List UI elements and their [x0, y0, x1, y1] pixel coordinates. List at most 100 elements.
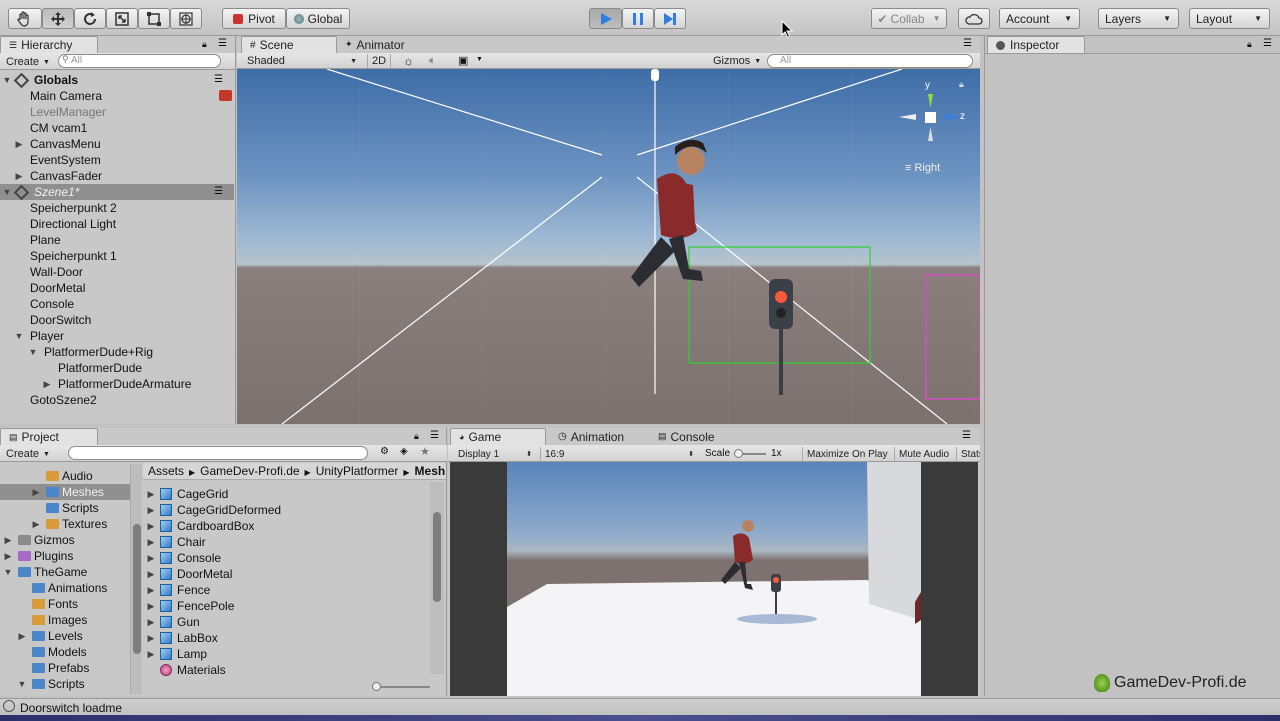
chevron-right-icon[interactable]: ▶	[146, 582, 156, 598]
slider-thumb[interactable]	[372, 682, 381, 691]
chevron-right-icon[interactable]: ▶	[146, 598, 156, 614]
pause-button[interactable]	[622, 8, 654, 29]
layout-dropdown[interactable]: Layout ▼	[1189, 8, 1270, 29]
lock-icon[interactable]: 🔒︎	[1247, 39, 1252, 50]
scene-menu-icon[interactable]: ☰	[214, 184, 223, 200]
breadcrumb-item[interactable]: Mesh	[415, 464, 446, 478]
stats-toggle[interactable]: Stats	[956, 447, 980, 461]
chevron-right-icon[interactable]: ▶	[146, 646, 156, 662]
hierarchy-item[interactable]: Wall-Door	[0, 264, 234, 280]
chevron-right-icon[interactable]: ▶	[42, 376, 52, 392]
orientation-gizmo[interactable]: y z	[897, 80, 967, 164]
asset-item[interactable]: ▶ LabBox	[146, 630, 430, 646]
project-search-input[interactable]	[68, 446, 368, 460]
hierarchy-item[interactable]: ▶ CanvasFader	[0, 168, 234, 184]
2d-toggle[interactable]: 2D	[367, 54, 391, 68]
chevron-right-icon[interactable]: ▶	[146, 566, 156, 582]
breadcrumb-item[interactable]: Assets	[148, 464, 184, 478]
move-tool-button[interactable]	[42, 8, 74, 29]
icon-size-slider[interactable]	[372, 682, 430, 691]
chevron-right-icon[interactable]: ▶	[146, 550, 156, 566]
game-viewport[interactable]	[507, 462, 921, 696]
asset-scrollbar[interactable]	[430, 482, 444, 674]
asset-item[interactable]: ▶ Lamp	[146, 646, 430, 662]
asset-item[interactable]: ▶ DoorMetal	[146, 566, 430, 582]
breadcrumb-item[interactable]: UnityPlatformer	[316, 464, 399, 478]
asset-item[interactable]: ▶ CageGrid	[146, 486, 430, 502]
gizmos-dropdown[interactable]: Gizmos ▼	[709, 54, 761, 68]
search-by-type-icon[interactable]: ⚙	[380, 446, 389, 457]
shading-dropdown[interactable]: Shaded ▼	[243, 54, 361, 68]
hierarchy-item[interactable]: Speicherpunkt 1	[0, 248, 234, 264]
hierarchy-item[interactable]: CM vcam1	[0, 120, 234, 136]
display-dropdown[interactable]: Display 1 ⬍	[454, 447, 534, 461]
create-dropdown[interactable]: Create ▼	[2, 55, 50, 69]
chevron-right-icon[interactable]: ▶	[146, 630, 156, 646]
hierarchy-item[interactable]: PlatformerDude	[0, 360, 234, 376]
hierarchy-item[interactable]: ▶ CanvasMenu	[0, 136, 234, 152]
chevron-right-icon[interactable]: ▶	[146, 614, 156, 630]
slider-thumb[interactable]	[734, 449, 743, 458]
asset-item[interactable]: ▶ Gun	[146, 614, 430, 630]
chevron-down-icon[interactable]: ▼	[2, 72, 12, 88]
hierarchy-search-input[interactable]: All	[58, 54, 221, 68]
account-dropdown[interactable]: Account ▼	[999, 8, 1080, 29]
asset-item[interactable]: ▶ Chair	[146, 534, 430, 550]
asset-item[interactable]: ▶ CageGridDeformed	[146, 502, 430, 518]
hierarchy-item[interactable]: LevelManager	[0, 104, 234, 120]
star-icon[interactable]: ★	[420, 445, 430, 458]
panel-menu-icon[interactable]: ☰	[430, 430, 439, 441]
status-message[interactable]: Doorswitch loadme	[20, 700, 122, 716]
tab-project[interactable]: ▤ Project	[0, 428, 98, 445]
collab-dropdown[interactable]: ✔ Collab ▼	[871, 8, 947, 29]
mute-audio-toggle[interactable]: Mute Audio	[894, 447, 949, 461]
panel-menu-icon[interactable]: ☰	[962, 430, 971, 441]
aspect-dropdown[interactable]: 16:9 ⬍	[540, 447, 696, 461]
image-effects-icon[interactable]: ▣	[458, 54, 468, 67]
lock-icon[interactable]: 🔒︎	[959, 79, 964, 90]
hierarchy-item[interactable]: ▼ ☰ Szene1*	[0, 184, 234, 201]
scene-search-input[interactable]: All	[767, 54, 973, 68]
hierarchy-item[interactable]: ▼ Player	[0, 328, 234, 344]
panel-menu-icon[interactable]: ☰	[218, 38, 227, 49]
step-button[interactable]	[654, 8, 686, 29]
create-dropdown[interactable]: Create ▼	[2, 447, 50, 461]
view-label[interactable]: ≡ Right	[905, 162, 940, 174]
rotate-tool-button[interactable]	[74, 8, 106, 29]
asset-item[interactable]: Materials	[146, 662, 430, 678]
asset-item[interactable]: ▶ Console	[146, 550, 430, 566]
chevron-right-icon[interactable]: ▶	[14, 168, 24, 184]
scale-slider[interactable]	[734, 449, 766, 458]
maximize-on-play-toggle[interactable]: Maximize On Play	[802, 447, 888, 461]
cloud-button[interactable]	[958, 8, 990, 29]
rect-tool-button[interactable]	[138, 8, 170, 29]
transform-tool-button[interactable]	[170, 8, 202, 29]
global-button[interactable]: Global	[286, 8, 350, 29]
hierarchy-item[interactable]: Main Camera	[0, 88, 234, 104]
hierarchy-item[interactable]: Console	[0, 296, 234, 312]
hierarchy-item[interactable]: GotoSzene2	[0, 392, 234, 408]
tab-game[interactable]: ◕ Game	[450, 428, 546, 445]
hierarchy-item[interactable]: EventSystem	[0, 152, 234, 168]
tab-inspector[interactable]: Inspector	[987, 36, 1085, 53]
pivot-button[interactable]: Pivot	[222, 8, 286, 29]
audio-icon[interactable]: 🔈︎	[429, 53, 436, 68]
scene-menu-icon[interactable]: ☰	[214, 72, 223, 88]
hand-tool-button[interactable]	[8, 8, 42, 29]
tab-scene[interactable]: # Scene	[241, 36, 337, 53]
asset-item[interactable]: ▶ Fence	[146, 582, 430, 598]
hierarchy-item[interactable]: ▶ PlatformerDudeArmature	[0, 376, 234, 392]
chevron-down-icon[interactable]: ▼	[14, 328, 24, 344]
scale-tool-button[interactable]	[106, 8, 138, 29]
tab-hierarchy[interactable]: ☰ Hierarchy	[0, 36, 98, 53]
panel-menu-icon[interactable]: ☰	[1263, 38, 1272, 49]
hierarchy-item[interactable]: DoorMetal	[0, 280, 234, 296]
lock-icon[interactable]: 🔒︎	[414, 431, 419, 442]
scrollbar-thumb[interactable]	[433, 512, 441, 602]
chevron-right-icon[interactable]: ▶	[146, 502, 156, 518]
lighting-icon[interactable]: ☼	[403, 54, 414, 68]
tab-console[interactable]: ▤ Console	[650, 428, 746, 445]
chevron-right-icon[interactable]: ▶	[146, 486, 156, 502]
chevron-down-icon[interactable]: ▼	[476, 56, 483, 63]
panel-menu-icon[interactable]: ☰	[963, 38, 972, 49]
